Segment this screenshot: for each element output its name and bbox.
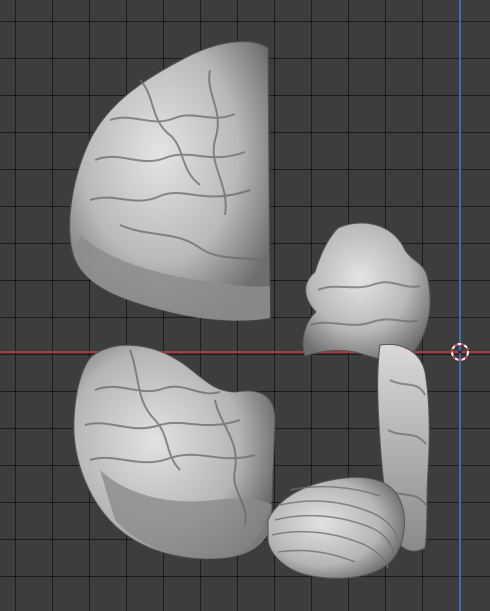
brain-hemisphere-bottom[interactable] xyxy=(73,344,276,560)
scene-objects xyxy=(69,41,431,579)
brain-hemisphere-top[interactable] xyxy=(69,41,271,321)
3d-cursor-icon[interactable] xyxy=(450,342,470,362)
cerebellum[interactable] xyxy=(267,476,405,579)
3d-viewport[interactable] xyxy=(0,0,490,611)
